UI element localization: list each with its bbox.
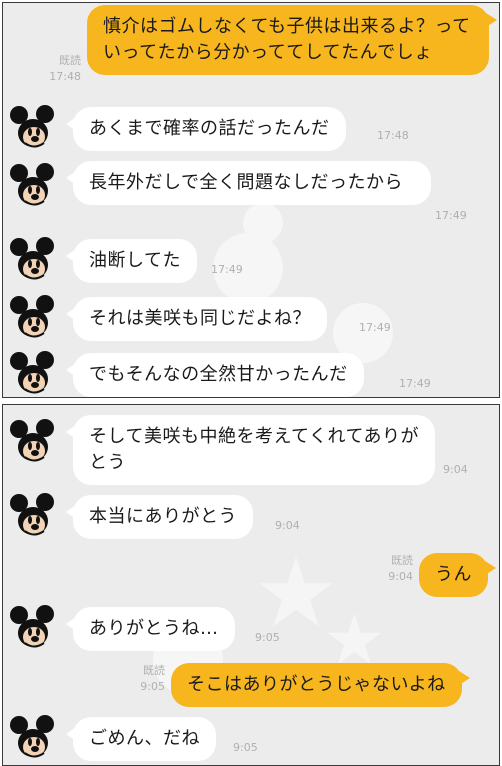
incoming-message-bubble[interactable]: ごめん、だね xyxy=(66,717,216,761)
message-time: 9:04 xyxy=(388,570,413,583)
incoming-message-bubble[interactable]: 本当にありがとう xyxy=(66,495,253,539)
chat-screenshot-panel-2: ★ ★ そして美咲も中絶を考えてくれてありがとう 9:04 本当にありがとう 9… xyxy=(2,404,500,766)
read-receipt: 既読 xyxy=(59,54,81,67)
message-time: 17:48 xyxy=(377,129,409,142)
message-time: 9:04 xyxy=(443,463,468,476)
message-time: 9:05 xyxy=(233,741,258,754)
read-receipt: 既読 xyxy=(391,554,413,567)
message-time: 17:49 xyxy=(211,263,243,276)
background-watermark xyxy=(243,203,283,243)
mickey-avatar-icon[interactable] xyxy=(7,493,57,539)
incoming-message-bubble[interactable]: 長年外だしで全く問題なしだったから xyxy=(66,161,431,205)
message-time: 9:04 xyxy=(275,519,300,532)
message-time: 17:49 xyxy=(435,209,467,222)
message-time: 17:49 xyxy=(359,321,391,334)
mickey-avatar-icon[interactable] xyxy=(7,237,57,283)
chat-screenshot-panel-1: 既読 17:48 慎介はゴムしなくても子供は出来るよ？っていってたから分かってて… xyxy=(2,2,500,398)
mickey-avatar-icon[interactable] xyxy=(7,163,57,209)
message-time: 9:05 xyxy=(140,680,165,693)
outgoing-message-bubble[interactable]: 慎介はゴムしなくても子供は出来るよ？っていってたから分かっててしてたんでしょ xyxy=(87,5,497,75)
message-time: 17:49 xyxy=(399,377,431,390)
message-meta: 既読 17:48 xyxy=(41,53,81,85)
mickey-avatar-icon[interactable] xyxy=(7,419,57,465)
message-time: 17:48 xyxy=(49,70,81,83)
incoming-message-bubble[interactable]: ありがとうね… xyxy=(66,607,235,651)
incoming-message-bubble[interactable]: 油断してた xyxy=(66,239,197,283)
incoming-message-bubble[interactable]: そして美咲も中絶を考えてくれてありがとう xyxy=(66,415,435,485)
incoming-message-bubble[interactable]: それは美咲も同じだよね？ xyxy=(66,297,327,341)
incoming-message-bubble[interactable]: あくまで確率の話だったんだ xyxy=(66,107,346,151)
message-time: 9:05 xyxy=(255,631,280,644)
outgoing-message-bubble[interactable]: そこはありがとうじゃないよね xyxy=(171,663,470,707)
mickey-avatar-icon[interactable] xyxy=(7,605,57,651)
mickey-avatar-icon[interactable] xyxy=(7,105,57,151)
outgoing-message-bubble[interactable]: うん xyxy=(419,553,496,597)
read-receipt: 既読 xyxy=(143,664,165,677)
message-meta: 既読 9:05 xyxy=(125,663,165,695)
incoming-message-bubble[interactable]: でもそんなの全然甘かったんだ xyxy=(66,353,364,397)
mickey-avatar-icon[interactable] xyxy=(7,715,57,761)
mickey-avatar-icon[interactable] xyxy=(7,351,57,397)
message-meta: 既読 9:04 xyxy=(373,553,413,585)
mickey-avatar-icon[interactable] xyxy=(7,295,57,341)
